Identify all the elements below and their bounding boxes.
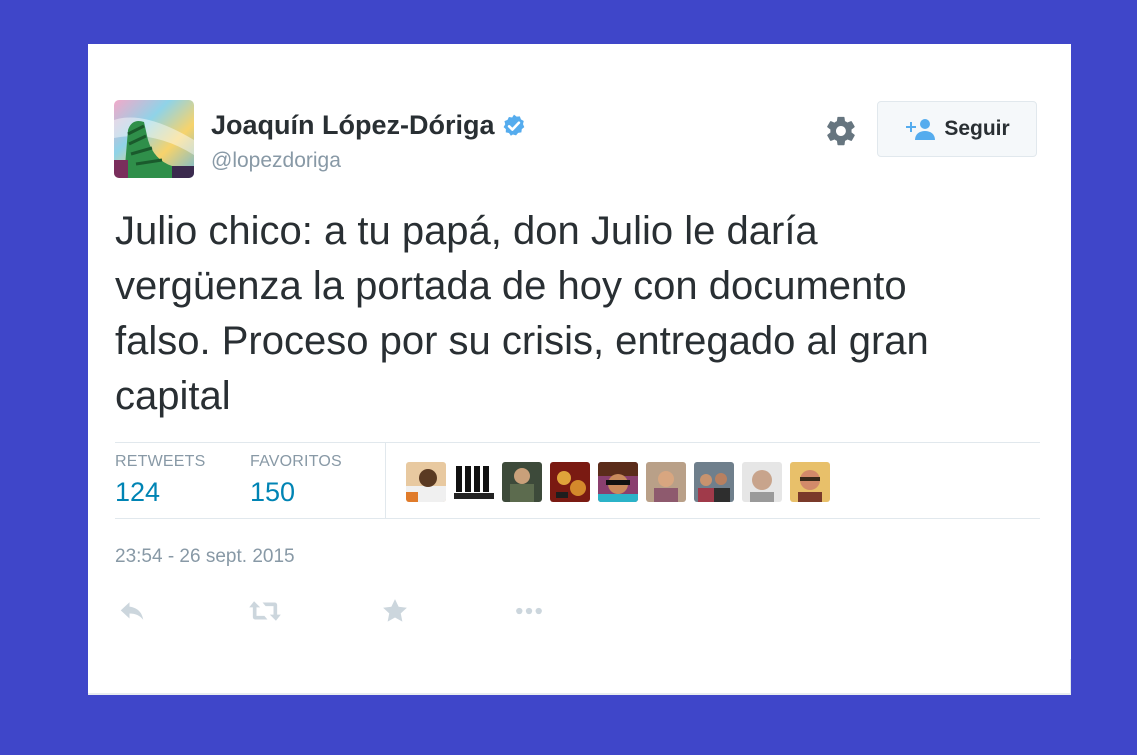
author-avatar[interactable] [114,100,194,178]
tweet-timestamp[interactable]: 23:54 - 26 sept. 2015 [115,546,295,568]
favoriter-avatar[interactable] [646,462,686,502]
stats-separator [385,443,386,519]
retweets-count: 124 [115,477,161,507]
favoriters-list [406,462,838,502]
favorites-count: 150 [250,477,296,507]
card-edge [1070,659,1071,695]
card-bottom-border [88,693,1071,695]
stats-top-divider [115,442,1040,443]
follow-button[interactable]: Seguir [877,101,1037,157]
favoriter-avatar[interactable] [454,462,494,502]
favorites-label: FAVORITOS [250,453,342,470]
favorites-stat[interactable]: FAVORITOS 150 [250,453,342,508]
tweet-card: Joaquín López-Dóriga @lopezdoriga Seguir… [88,44,1071,695]
favoriter-avatar[interactable] [742,462,782,502]
author-name[interactable]: Joaquín López-Dóriga [211,110,495,141]
favoriter-avatar[interactable] [694,462,734,502]
add-user-icon [906,119,936,140]
favoriter-avatar[interactable] [406,462,446,502]
more-icon[interactable] [512,596,546,626]
favoriter-avatar[interactable] [598,462,638,502]
follow-label: Seguir [944,117,1010,140]
retweets-label: RETWEETS [115,453,206,470]
retweet-icon[interactable] [248,596,282,626]
stats-bottom-divider [115,518,1040,519]
favoriter-avatar[interactable] [550,462,590,502]
reply-icon[interactable] [117,596,147,626]
favoriter-avatar[interactable] [790,462,830,502]
author-handle[interactable]: @lopezdoriga [211,149,341,173]
tweet-text: Julio chico: a tu papá, don Julio le dar… [115,209,929,418]
favorite-icon[interactable] [380,596,410,626]
gear-icon[interactable] [824,114,858,148]
retweets-stat[interactable]: RETWEETS 124 [115,453,206,508]
author-name-row: Joaquín López-Dóriga [211,110,527,141]
favoriter-avatar[interactable] [502,462,542,502]
verified-badge-icon [503,114,524,136]
